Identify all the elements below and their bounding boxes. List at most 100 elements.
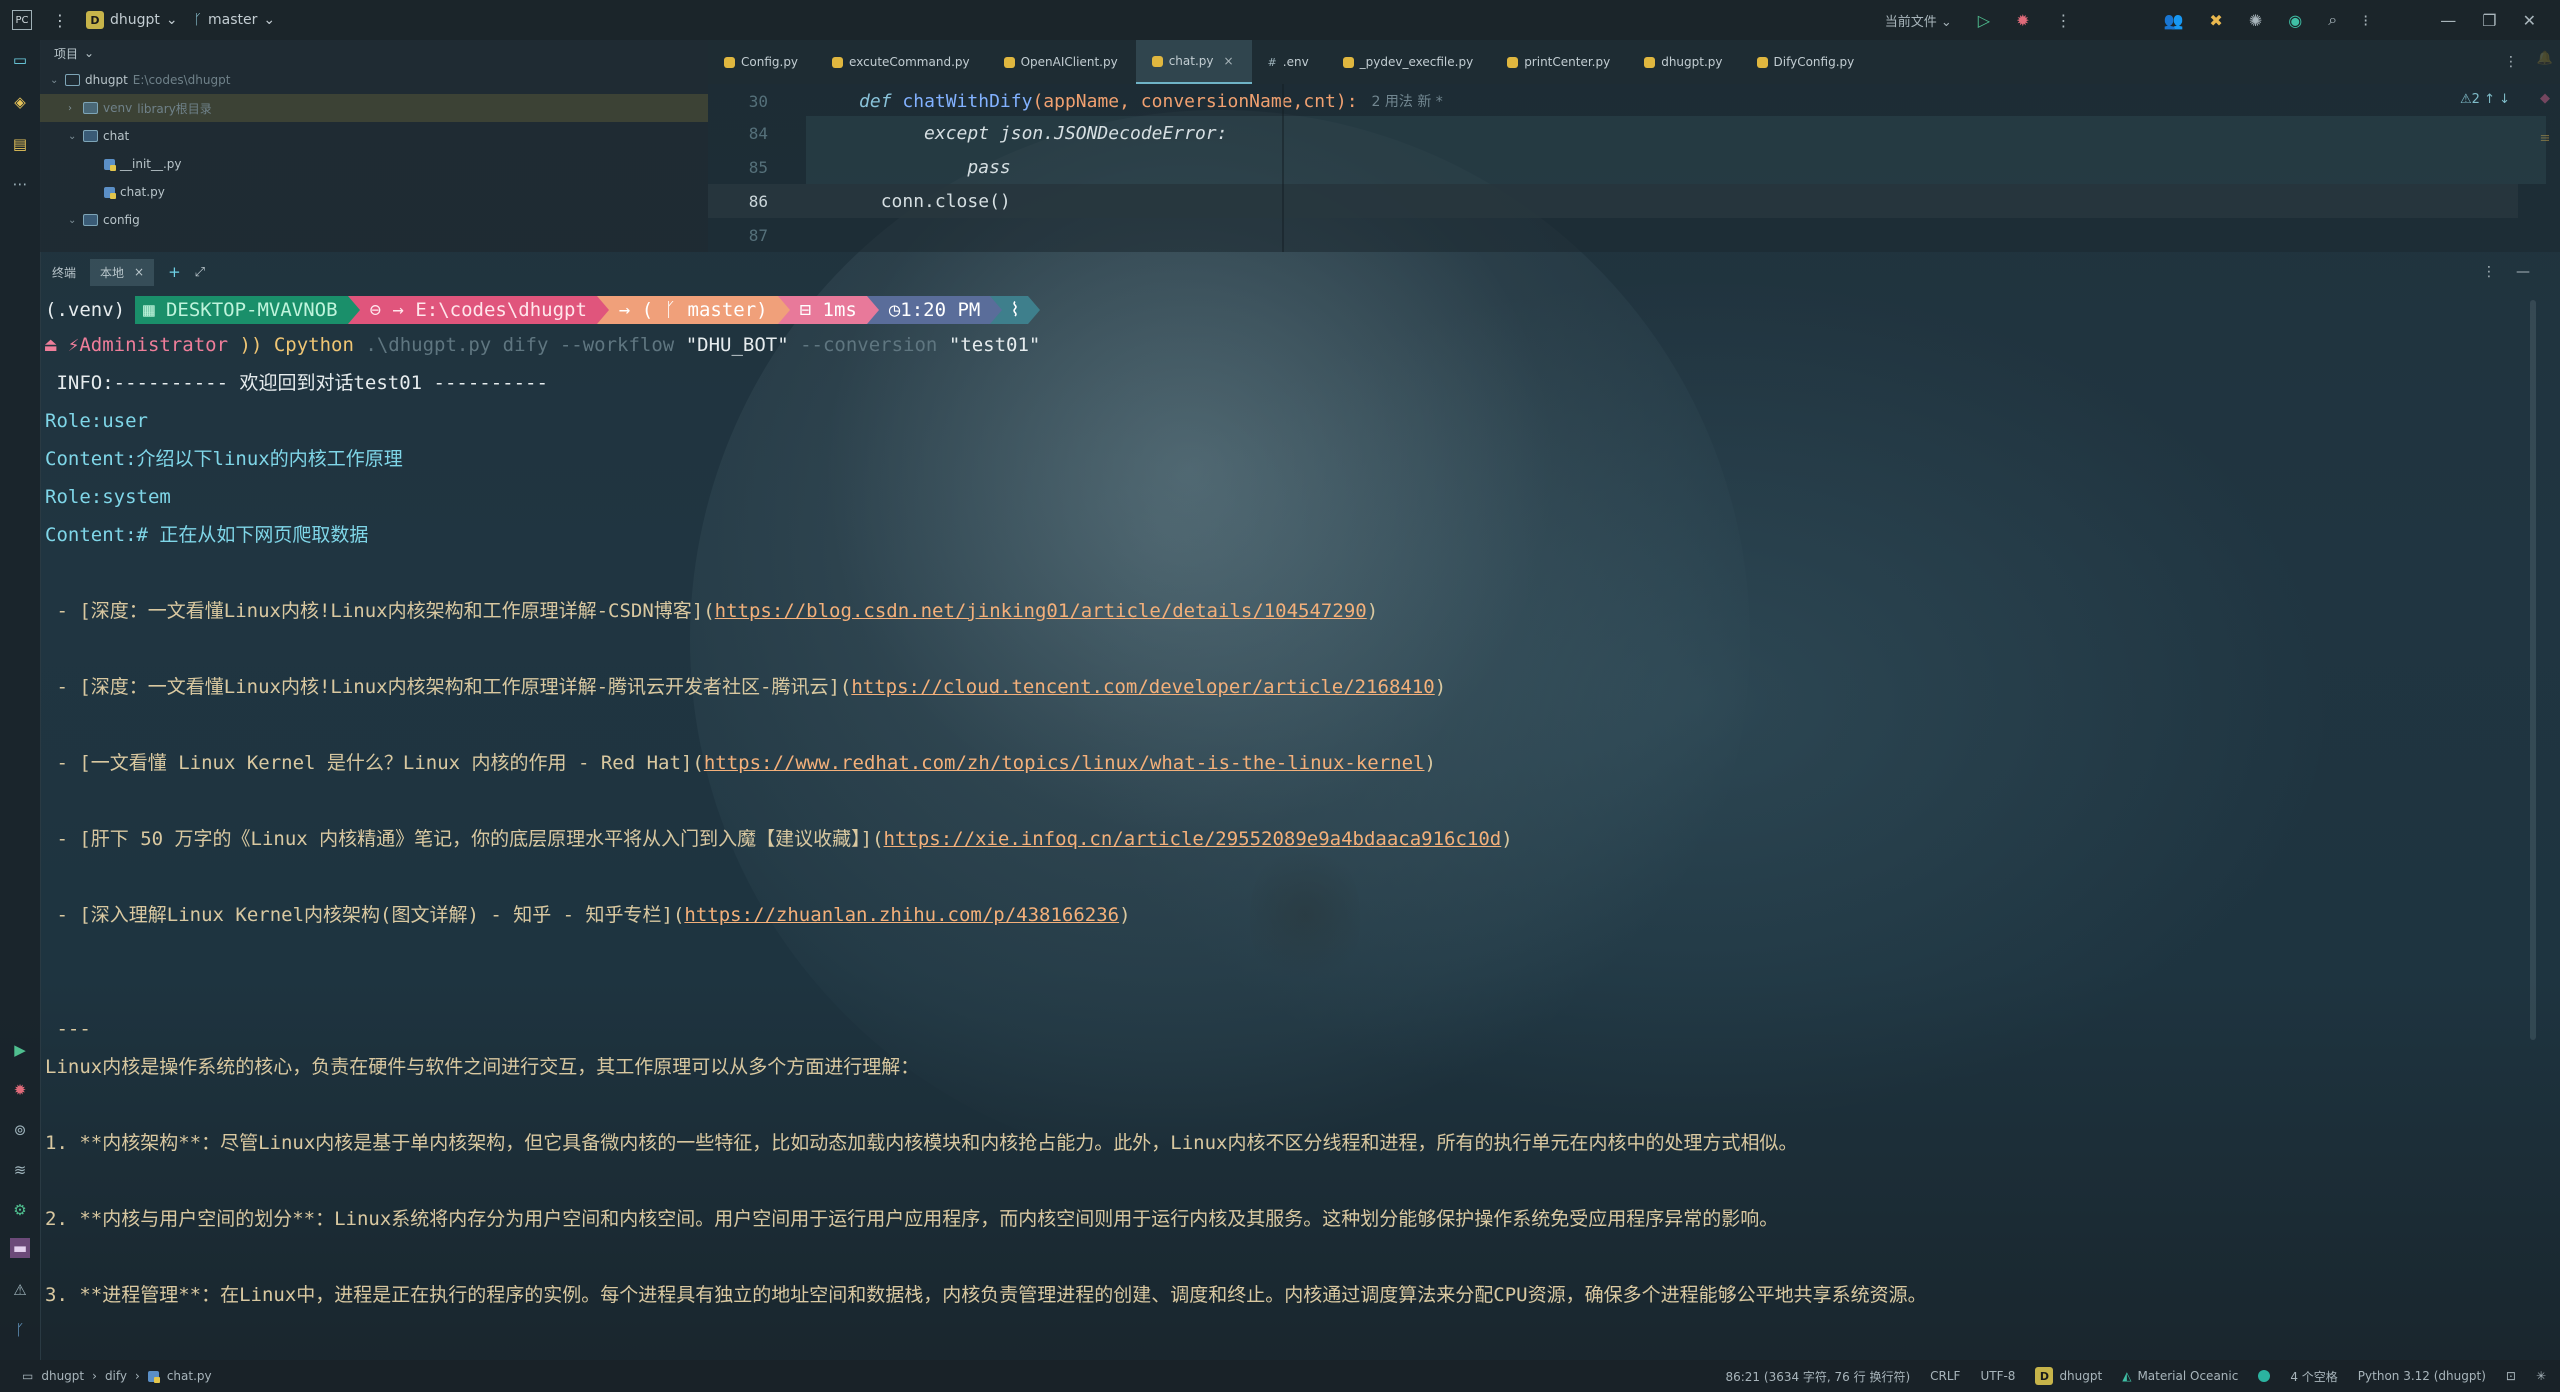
file-encoding[interactable]: UTF-8 <box>1980 1369 2015 1383</box>
project-tool-icon[interactable]: ▭ <box>10 50 30 70</box>
run-tool-icon[interactable]: ▶ <box>10 1040 30 1060</box>
code-line[interactable]: 84 except json.JSONDecodeError: <box>708 116 2518 150</box>
link-close: ) <box>1424 752 1436 774</box>
debug-tool-icon[interactable]: ✹ <box>10 1080 30 1100</box>
code-line[interactable]: 87 <box>708 218 2518 252</box>
branch-switcher[interactable]: ᚴ master ⌄ <box>194 12 276 28</box>
sticky-header-line[interactable]: 30 def chatWithDify(appName, conversionN… <box>708 84 2518 118</box>
chevron-right-icon: › <box>135 1369 140 1383</box>
heartbeat-icon: ⌇ <box>1002 296 1028 324</box>
close-icon[interactable]: × <box>1223 54 1233 68</box>
more-tools-icon[interactable]: ⋯ <box>10 174 30 194</box>
hyperlink[interactable]: https://cloud.tencent.com/developer/arti… <box>851 676 1434 698</box>
plugin-icon[interactable]: ◉ <box>2288 11 2302 30</box>
python-packages-icon[interactable]: ⊚ <box>10 1120 30 1140</box>
command-args: --conversion <box>800 334 938 356</box>
terminal-tool-icon[interactable]: ▬ <box>10 1238 30 1258</box>
terminal-tab-local[interactable]: 本地 × <box>90 258 155 286</box>
close-icon[interactable]: × <box>134 265 144 279</box>
caret-position[interactable]: 86:21 (3634 字符, 76 行 换行符) <box>1725 1368 1910 1385</box>
app-logo-icon[interactable]: PC <box>12 10 32 30</box>
inspection-widget[interactable]: ⚠2 ↑ ↓ <box>2460 92 2510 107</box>
python-file-icon <box>1342 56 1354 68</box>
code-text: conn.close() <box>794 190 1011 212</box>
prompt-separator <box>596 296 609 324</box>
breadcrumb-item[interactable]: dify <box>105 1369 127 1383</box>
close-window-button[interactable]: ✕ <box>2523 11 2536 30</box>
answer-intro: Linux内核是操作系统的核心，负责在硬件与软件之间进行交互，其工作原理可以从多… <box>45 1056 920 1078</box>
code-line[interactable]: 85 pass <box>708 150 2518 184</box>
tab-label: 本地 <box>100 265 125 280</box>
search-icon[interactable]: ⌕ <box>2328 10 2337 30</box>
link-close: ) <box>1366 600 1379 622</box>
structure-tool-icon[interactable]: ▤ <box>10 134 30 154</box>
ai-assistant-icon[interactable]: ✺ <box>2249 11 2262 30</box>
path-text: E:\codes\dhugpt <box>415 299 587 321</box>
tools-icon[interactable]: ✖ <box>2209 11 2222 30</box>
code-with-me-icon[interactable]: 👥 <box>2163 11 2183 30</box>
minimize-button[interactable]: — <box>2440 11 2456 30</box>
run-config-select[interactable]: 当前文件 ⌄ <box>1885 11 1952 30</box>
tab-options-icon[interactable]: ⋮ <box>2504 54 2518 70</box>
hyperlink[interactable]: https://xie.infoq.cn/article/29552089e9a… <box>884 828 1502 850</box>
services-icon[interactable]: ⚙ <box>10 1200 30 1220</box>
answer-point: 3. **进程管理**：在Linux中，进程是正在执行的程序的实例。每个进程具有… <box>45 1284 1927 1306</box>
breadcrumb-item[interactable]: chat.py <box>167 1369 212 1383</box>
branch-name: master <box>208 12 258 28</box>
project-name: dhugpt <box>2059 1369 2103 1383</box>
terminal-scrollbar[interactable] <box>2530 300 2536 1040</box>
left-tool-strip: ▭ ◈ ▤ ⋯ ▶ ✹ ⊚ ≋ ⚙ ▬ ⚠ ᚴ <box>0 40 41 1360</box>
settings-icon[interactable]: ⁝ <box>2363 11 2368 30</box>
project-panel-header[interactable]: 项目 ⌄ <box>40 40 708 66</box>
tree-item-config[interactable]: ⌄ config <box>40 206 708 234</box>
hyperlink[interactable]: https://blog.csdn.net/jinking01/article/… <box>715 600 1367 622</box>
tree-item-chat-py[interactable]: chat.py <box>40 178 708 206</box>
prompt-host-segment: ▦ DESKTOP-MVAVNOB <box>135 296 348 324</box>
layers-icon[interactable]: ≋ <box>10 1160 30 1180</box>
prompt-time-segment: ◷1:20 PM <box>878 296 991 324</box>
main-menu-icon[interactable]: ⋮ <box>52 11 68 30</box>
breadcrumb-item[interactable]: dhugpt <box>41 1369 84 1383</box>
tab-dhugpt-py[interactable]: dhugpt.py <box>1628 40 1740 84</box>
tab-label: dhugpt.py <box>1661 55 1723 69</box>
tab-difyconfig-py[interactable]: DifyConfig.py <box>1741 40 1873 84</box>
hyperlink[interactable]: https://zhuanlan.zhihu.com/p/438166236 <box>684 904 1119 926</box>
debug-icon[interactable]: ✹ <box>2016 11 2029 30</box>
project-switcher[interactable]: D dhugpt ⌄ <box>86 11 178 29</box>
restore-button[interactable]: ❐ <box>2482 11 2496 30</box>
usages-hint[interactable]: 2 用法 新 * <box>1372 91 1443 111</box>
tree-item-init[interactable]: __init__.py <box>40 150 708 178</box>
status-dot-icon[interactable] <box>2258 1370 2271 1382</box>
prompt-separator <box>347 296 360 324</box>
tree-item-suffix: library根目录 <box>137 101 212 116</box>
run-icon[interactable]: ▷ <box>1978 11 1990 30</box>
python-interpreter[interactable]: Python 3.12 (dhugpt) <box>2358 1369 2486 1383</box>
code-editor[interactable]: 30 def chatWithDify(appName, conversionN… <box>708 84 2560 252</box>
tree-item-chat[interactable]: ⌄ chat <box>40 122 708 150</box>
prompt-separator <box>866 296 879 324</box>
function-params: (appName, conversionName,cnt): <box>1032 90 1358 112</box>
commit-tool-icon[interactable]: ◈ <box>10 92 30 112</box>
tree-root[interactable]: ⌄ dhugpt E:\codes\dhugpt <box>40 66 708 94</box>
code-text: except json.JSONDecodeError: <box>794 122 1228 144</box>
current-code-line[interactable]: 86 conn.close() <box>708 184 2518 218</box>
hide-panel-icon[interactable]: — <box>2516 264 2530 280</box>
lock-icon[interactable]: ⊡ <box>2506 1369 2516 1383</box>
tree-item-venv[interactable]: › venv library根目录 <box>40 94 708 122</box>
indent-setting[interactable]: 4 个空格 <box>2290 1368 2337 1385</box>
inspector-icon[interactable]: ✳ <box>2536 1369 2546 1383</box>
terminal-options-icon[interactable]: ⋮ <box>2482 264 2496 280</box>
breadcrumb: ▭ dhugpt › dify › chat.py <box>0 1369 212 1383</box>
line-number: 86 <box>748 191 768 211</box>
project-indicator[interactable]: D dhugpt <box>2035 1367 2102 1385</box>
tab-printcenter-py[interactable]: printCenter.py <box>1491 40 1628 84</box>
maximize-icon[interactable]: ⤢ <box>195 265 205 280</box>
add-tab-icon[interactable]: + <box>168 263 181 281</box>
hyperlink[interactable]: https://www.redhat.com/zh/topics/linux/w… <box>704 752 1425 774</box>
theme-indicator[interactable]: ◭ Material Oceanic <box>2122 1369 2238 1383</box>
git-tool-icon[interactable]: ᚴ <box>10 1320 30 1340</box>
line-separator[interactable]: CRLF <box>1930 1369 1960 1383</box>
problems-icon[interactable]: ⚠ <box>10 1280 30 1300</box>
terminal-output[interactable]: (.venv) ▦ DESKTOP-MVAVNOB ⊖ → E:\codes\d… <box>40 296 2520 1356</box>
more-actions-icon[interactable]: ⋮ <box>2055 11 2071 30</box>
